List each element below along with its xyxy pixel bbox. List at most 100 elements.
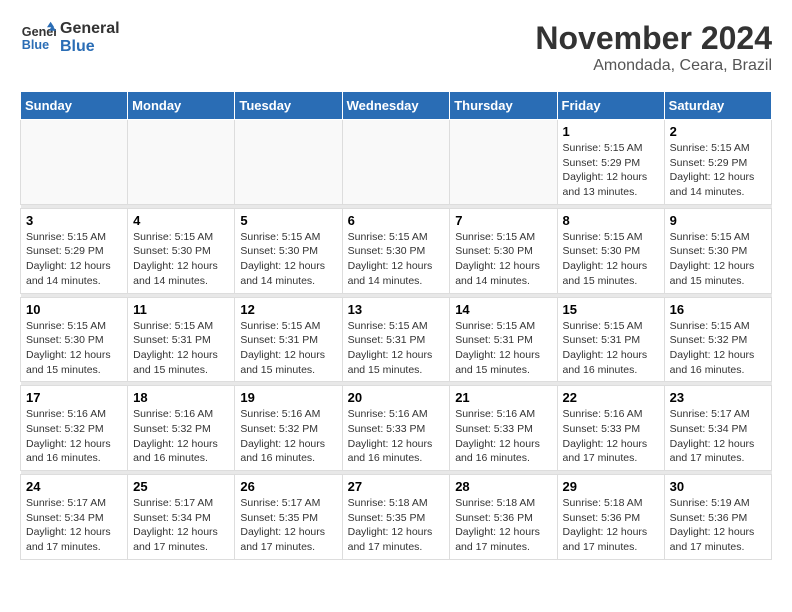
calendar-cell: 30 Sunrise: 5:19 AMSunset: 5:36 PMDayligh… xyxy=(664,475,771,560)
logo-text-line1: General xyxy=(60,20,120,38)
day-number: 8 xyxy=(563,213,659,228)
day-info: Sunrise: 5:15 AMSunset: 5:29 PMDaylight:… xyxy=(670,141,766,200)
logo: General Blue General Blue xyxy=(20,20,120,56)
day-info: Sunrise: 5:16 AMSunset: 5:33 PMDaylight:… xyxy=(563,407,659,466)
weekday-header: Saturday xyxy=(664,92,771,120)
day-info: Sunrise: 5:15 AMSunset: 5:29 PMDaylight:… xyxy=(26,230,122,289)
weekday-header: Thursday xyxy=(450,92,557,120)
calendar-cell: 4 Sunrise: 5:15 AMSunset: 5:30 PMDaylight… xyxy=(128,208,235,293)
day-number: 15 xyxy=(563,302,659,317)
calendar-cell: 10Sunrise: 5:15 AMSunset: 5:30 PMDayligh… xyxy=(21,297,128,382)
calendar-cell: 14 Sunrise: 5:15 AMSunset: 5:31 PMDayligh… xyxy=(450,297,557,382)
day-number: 10 xyxy=(26,302,122,317)
day-number: 1 xyxy=(563,124,659,139)
calendar-cell: 8 Sunrise: 5:15 AMSunset: 5:30 PMDaylight… xyxy=(557,208,664,293)
day-info: Sunrise: 5:17 AMSunset: 5:34 PMDaylight:… xyxy=(133,496,229,555)
day-info: Sunrise: 5:18 AMSunset: 5:36 PMDaylight:… xyxy=(563,496,659,555)
day-number: 13 xyxy=(348,302,445,317)
calendar-cell: 29 Sunrise: 5:18 AMSunset: 5:36 PMDayligh… xyxy=(557,475,664,560)
calendar-cell: 11 Sunrise: 5:15 AMSunset: 5:31 PMDayligh… xyxy=(128,297,235,382)
day-number: 7 xyxy=(455,213,551,228)
day-info: Sunrise: 5:15 AMSunset: 5:29 PMDaylight:… xyxy=(563,141,659,200)
day-info: Sunrise: 5:17 AMSunset: 5:34 PMDaylight:… xyxy=(26,496,122,555)
day-info: Sunrise: 5:16 AMSunset: 5:32 PMDaylight:… xyxy=(26,407,122,466)
calendar-cell: 25 Sunrise: 5:17 AMSunset: 5:34 PMDayligh… xyxy=(128,475,235,560)
calendar-cell: 6 Sunrise: 5:15 AMSunset: 5:30 PMDaylight… xyxy=(342,208,450,293)
day-info: Sunrise: 5:16 AMSunset: 5:33 PMDaylight:… xyxy=(455,407,551,466)
day-number: 26 xyxy=(240,479,336,494)
day-number: 16 xyxy=(670,302,766,317)
calendar-cell: 12 Sunrise: 5:15 AMSunset: 5:31 PMDayligh… xyxy=(235,297,342,382)
day-number: 21 xyxy=(455,390,551,405)
calendar-cell: 23 Sunrise: 5:17 AMSunset: 5:34 PMDayligh… xyxy=(664,386,771,471)
calendar-cell: 16 Sunrise: 5:15 AMSunset: 5:32 PMDayligh… xyxy=(664,297,771,382)
day-info: Sunrise: 5:15 AMSunset: 5:30 PMDaylight:… xyxy=(563,230,659,289)
calendar-cell: 17Sunrise: 5:16 AMSunset: 5:32 PMDayligh… xyxy=(21,386,128,471)
day-info: Sunrise: 5:15 AMSunset: 5:30 PMDaylight:… xyxy=(348,230,445,289)
day-info: Sunrise: 5:16 AMSunset: 5:32 PMDaylight:… xyxy=(133,407,229,466)
day-info: Sunrise: 5:15 AMSunset: 5:31 PMDaylight:… xyxy=(455,319,551,378)
weekday-header: Sunday xyxy=(21,92,128,120)
day-info: Sunrise: 5:15 AMSunset: 5:32 PMDaylight:… xyxy=(670,319,766,378)
day-number: 30 xyxy=(670,479,766,494)
weekday-header: Friday xyxy=(557,92,664,120)
day-number: 27 xyxy=(348,479,445,494)
day-info: Sunrise: 5:18 AMSunset: 5:35 PMDaylight:… xyxy=(348,496,445,555)
day-info: Sunrise: 5:15 AMSunset: 5:31 PMDaylight:… xyxy=(133,319,229,378)
calendar-cell: 19 Sunrise: 5:16 AMSunset: 5:32 PMDayligh… xyxy=(235,386,342,471)
weekday-header: Monday xyxy=(128,92,235,120)
day-number: 2 xyxy=(670,124,766,139)
calendar-cell: 1 Sunrise: 5:15 AMSunset: 5:29 PMDaylight… xyxy=(557,120,664,205)
day-info: Sunrise: 5:15 AMSunset: 5:31 PMDaylight:… xyxy=(240,319,336,378)
calendar-cell: 20Sunrise: 5:16 AMSunset: 5:33 PMDayligh… xyxy=(342,386,450,471)
day-info: Sunrise: 5:17 AMSunset: 5:35 PMDaylight:… xyxy=(240,496,336,555)
day-number: 29 xyxy=(563,479,659,494)
day-number: 11 xyxy=(133,302,229,317)
weekday-header: Tuesday xyxy=(235,92,342,120)
day-number: 24 xyxy=(26,479,122,494)
day-number: 19 xyxy=(240,390,336,405)
calendar-cell: 28 Sunrise: 5:18 AMSunset: 5:36 PMDayligh… xyxy=(450,475,557,560)
day-number: 28 xyxy=(455,479,551,494)
calendar-cell xyxy=(235,120,342,205)
day-number: 20 xyxy=(348,390,445,405)
day-number: 5 xyxy=(240,213,336,228)
weekday-header: Wednesday xyxy=(342,92,450,120)
day-info: Sunrise: 5:15 AMSunset: 5:30 PMDaylight:… xyxy=(670,230,766,289)
day-number: 23 xyxy=(670,390,766,405)
day-info: Sunrise: 5:15 AMSunset: 5:31 PMDaylight:… xyxy=(563,319,659,378)
calendar-cell: 18Sunrise: 5:16 AMSunset: 5:32 PMDayligh… xyxy=(128,386,235,471)
logo-text-line2: Blue xyxy=(60,38,120,56)
day-info: Sunrise: 5:15 AMSunset: 5:30 PMDaylight:… xyxy=(133,230,229,289)
day-number: 3 xyxy=(26,213,122,228)
day-number: 14 xyxy=(455,302,551,317)
day-number: 4 xyxy=(133,213,229,228)
calendar-cell: 7 Sunrise: 5:15 AMSunset: 5:30 PMDaylight… xyxy=(450,208,557,293)
day-info: Sunrise: 5:15 AMSunset: 5:30 PMDaylight:… xyxy=(455,230,551,289)
day-number: 25 xyxy=(133,479,229,494)
calendar: SundayMondayTuesdayWednesdayThursdayFrid… xyxy=(20,91,772,560)
day-info: Sunrise: 5:16 AMSunset: 5:32 PMDaylight:… xyxy=(240,407,336,466)
day-info: Sunrise: 5:18 AMSunset: 5:36 PMDaylight:… xyxy=(455,496,551,555)
calendar-cell xyxy=(128,120,235,205)
calendar-cell: 26 Sunrise: 5:17 AMSunset: 5:35 PMDayligh… xyxy=(235,475,342,560)
calendar-cell xyxy=(21,120,128,205)
calendar-cell: 13 Sunrise: 5:15 AMSunset: 5:31 PMDayligh… xyxy=(342,297,450,382)
calendar-cell: 24 Sunrise: 5:17 AMSunset: 5:34 PMDayligh… xyxy=(21,475,128,560)
calendar-cell: 3 Sunrise: 5:15 AMSunset: 5:29 PMDaylight… xyxy=(21,208,128,293)
title-block: November 2024 Amondada, Ceara, Brazil xyxy=(535,20,772,75)
day-info: Sunrise: 5:17 AMSunset: 5:34 PMDaylight:… xyxy=(670,407,766,466)
logo-icon: General Blue xyxy=(20,20,56,56)
calendar-cell xyxy=(450,120,557,205)
calendar-cell: 5Sunrise: 5:15 AMSunset: 5:30 PMDaylight… xyxy=(235,208,342,293)
day-number: 9 xyxy=(670,213,766,228)
calendar-cell: 21 Sunrise: 5:16 AMSunset: 5:33 PMDayligh… xyxy=(450,386,557,471)
day-number: 6 xyxy=(348,213,445,228)
month-title: November 2024 xyxy=(535,20,772,57)
day-number: 22 xyxy=(563,390,659,405)
page-header: General Blue General Blue November 2024 … xyxy=(20,20,772,75)
day-info: Sunrise: 5:19 AMSunset: 5:36 PMDaylight:… xyxy=(670,496,766,555)
calendar-cell: 27 Sunrise: 5:18 AMSunset: 5:35 PMDayligh… xyxy=(342,475,450,560)
day-number: 12 xyxy=(240,302,336,317)
day-info: Sunrise: 5:15 AMSunset: 5:31 PMDaylight:… xyxy=(348,319,445,378)
